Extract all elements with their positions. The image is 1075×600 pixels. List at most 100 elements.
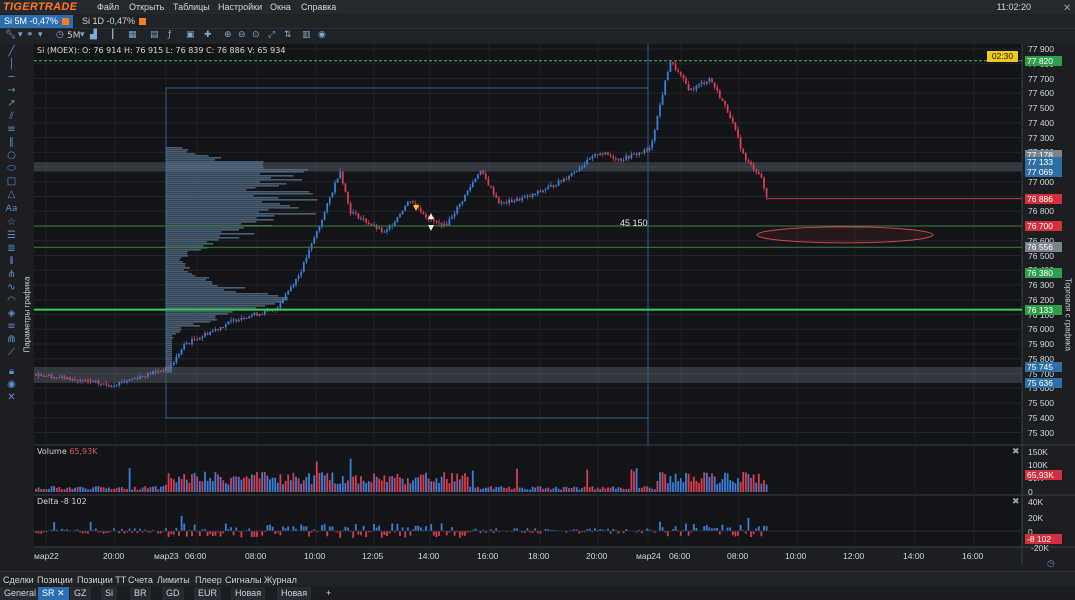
tab-accounts[interactable]: Счета [128, 575, 153, 585]
volume-bar [232, 476, 235, 492]
profile-bar [166, 173, 260, 175]
candle-body [583, 164, 586, 167]
candle-body [157, 371, 160, 373]
profile-bar [166, 153, 196, 155]
tab-signals[interactable]: Сигналы [225, 575, 262, 585]
volume-bar [557, 488, 560, 492]
candle-body [505, 202, 508, 204]
volume-bar [144, 486, 147, 492]
candle-body [638, 152, 641, 156]
price-chart[interactable] [0, 0, 1075, 565]
close-volume-pane-icon[interactable]: ✖ [1012, 447, 1020, 457]
volume-bar [261, 472, 264, 492]
candle-body [742, 148, 745, 154]
candle-body [354, 212, 357, 214]
scroll-icon[interactable]: ◷ [1047, 559, 1055, 569]
price-tick-label: 77 400 [1028, 117, 1054, 128]
candle-body [347, 191, 349, 204]
volume-bar [755, 482, 758, 492]
candle-body [731, 118, 734, 123]
price-tick-label: 77 700 [1028, 73, 1054, 84]
volume-bar [318, 473, 321, 492]
candle-body [669, 62, 672, 72]
instrument-info: Si (MOEX): O: 76 914 H: 76 915 L: 76 839… [37, 46, 286, 55]
candle-body [336, 178, 339, 183]
volume-bar [409, 483, 412, 492]
workspace-tab-general[interactable]: General [0, 587, 42, 600]
volume-bar [167, 473, 170, 492]
profile-bar [166, 315, 216, 317]
tab-journal[interactable]: Журнал [264, 575, 297, 585]
close-delta-pane-icon[interactable]: ✖ [1012, 497, 1020, 507]
delta-bar [326, 531, 329, 537]
profile-bar [166, 285, 218, 287]
candle-body [113, 386, 115, 388]
price-tick-label: 77 300 [1028, 132, 1054, 143]
workspace-tab-new-2[interactable]: Новая [277, 587, 313, 600]
volume-bar [422, 474, 425, 492]
profile-bar [166, 303, 275, 305]
workspace-tab-new-1[interactable]: Новая [231, 587, 267, 600]
volume-bar [536, 486, 539, 492]
candle-body [191, 338, 193, 344]
profile-bar [166, 327, 181, 329]
delta-bar [339, 531, 342, 538]
workspace-tab-br[interactable]: BR [130, 587, 152, 600]
profile-bar [166, 361, 172, 363]
volume-bar [453, 481, 456, 492]
tab-limits[interactable]: Лимиты [157, 575, 190, 585]
volume-bar [287, 474, 290, 492]
volume-bar [583, 486, 586, 492]
delta-bar [718, 531, 721, 535]
volume-bar [544, 488, 547, 492]
tab-positions[interactable]: Позиции [37, 575, 73, 585]
workspace-tabs: General SR ✕ GZ Si BR GD EUR Новая Новая… [0, 587, 1075, 600]
volume-bar [107, 487, 110, 492]
delta-bar [214, 531, 217, 536]
volume-bar [677, 480, 680, 492]
volume-bar [614, 488, 617, 492]
volume-bar [500, 486, 503, 492]
time-tick-label: 10:00 [304, 551, 326, 561]
delta-bar [666, 531, 669, 537]
volume-bar [209, 477, 212, 492]
price-tick-label: 77 600 [1028, 88, 1054, 99]
candle-body [219, 326, 222, 330]
volume-bar [529, 489, 531, 492]
delta-bar [193, 524, 196, 532]
tab-player[interactable]: Плеер [195, 575, 222, 585]
tab-positions-tt[interactable]: Позиции ТТ [77, 575, 126, 585]
volume-tick: 100K [1028, 460, 1048, 470]
candle-body [141, 376, 144, 378]
candle-body [570, 173, 573, 177]
volume-bar [370, 482, 373, 492]
candle-body [297, 275, 300, 279]
candle-body [201, 336, 204, 338]
volume-bar [102, 487, 105, 492]
time-tick-label: мар23 [154, 551, 179, 561]
candle-body [53, 377, 56, 379]
candle-body [360, 218, 362, 220]
candle-body [352, 212, 355, 214]
volume-bar [245, 476, 248, 492]
volume-bar [591, 486, 594, 492]
candle-body [50, 374, 53, 379]
profile-bar [166, 293, 268, 295]
volume-bar [523, 489, 526, 492]
candle-body [170, 365, 173, 369]
volume-bar [344, 483, 347, 492]
close-tab-icon[interactable]: ✕ [57, 588, 65, 598]
workspace-tab-si[interactable]: Si [101, 587, 119, 600]
profile-bar [166, 157, 221, 159]
candle-body [534, 193, 537, 195]
candle-body [48, 374, 50, 377]
tab-trades[interactable]: Сделки [3, 575, 34, 585]
add-workspace-button[interactable]: + [322, 587, 337, 600]
candle-body [232, 319, 235, 321]
candle-body [526, 195, 529, 197]
workspace-tab-eur[interactable]: EUR [194, 587, 223, 600]
workspace-tab-gd[interactable]: GD [162, 587, 185, 600]
workspace-tab-sr[interactable]: SR ✕ [38, 587, 70, 600]
volume-tick: 150K [1028, 447, 1048, 457]
workspace-tab-gz[interactable]: GZ [70, 587, 92, 600]
